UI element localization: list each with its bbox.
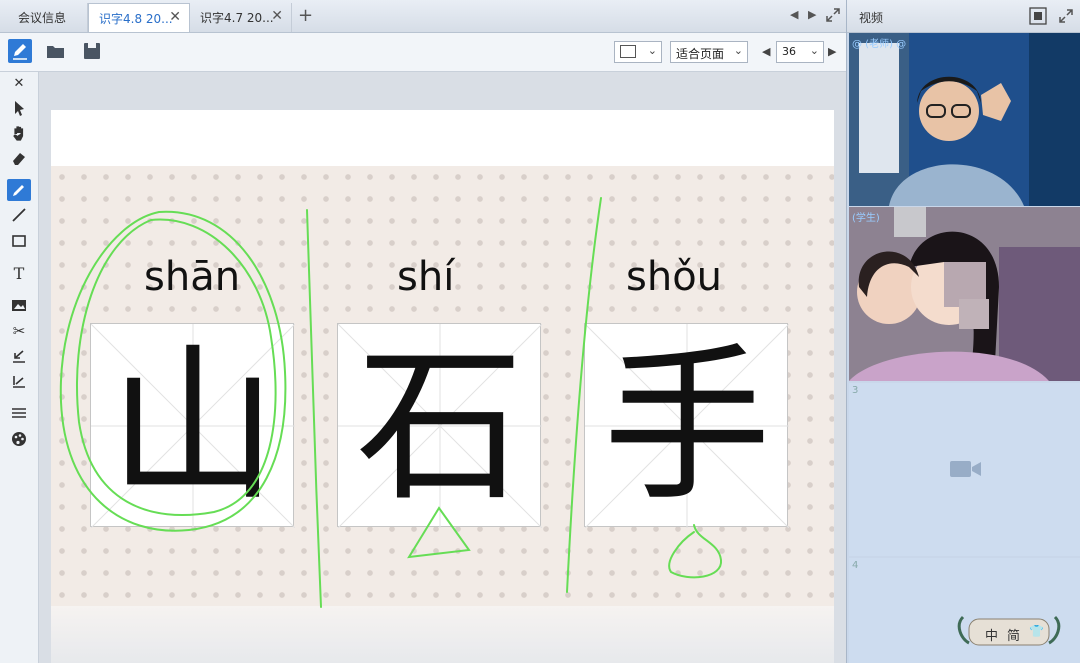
rectangle-tool[interactable] (7, 230, 31, 252)
video-tile-empty[interactable]: 3 (849, 383, 1080, 556)
annotate-button[interactable] (8, 39, 32, 63)
font-size-select[interactable]: 36 ⌄ (776, 41, 824, 63)
line-width-icon (12, 408, 26, 418)
line-icon (12, 208, 26, 222)
chevron-down-icon: ⌄ (733, 44, 743, 57)
scissors-icon: ✂ (12, 322, 26, 340)
expand-icon[interactable] (1059, 9, 1073, 23)
character-grid-box: 山 (90, 323, 295, 528)
whiteboard-canvas[interactable]: shān 山 shí 石 shǒu 手 (39, 72, 846, 663)
save-icon (84, 43, 100, 59)
slide-content: shān 山 shí 石 shǒu 手 (51, 166, 834, 606)
save-button[interactable] (80, 39, 104, 63)
shirt-skin-icon[interactable]: 👕 (1029, 624, 1044, 638)
ime-mode[interactable]: 简 (1007, 625, 1020, 644)
screenshot-icon[interactable] (1029, 7, 1047, 25)
participant-label: (学生) (852, 213, 880, 224)
line-width-tool[interactable] (7, 402, 31, 424)
character-grid-box: 手 (584, 323, 789, 528)
add-tab-button[interactable]: + (298, 5, 313, 26)
hanzi-character: 石 (356, 328, 524, 524)
zoom-fit-select[interactable]: 适合页面 ⌄ (670, 41, 748, 63)
pen-icon (13, 44, 27, 60)
tab-literacy-4-7[interactable]: 识字4.7 20... ✕ (190, 3, 292, 32)
video-panel: 视频 @ (老师) @ (学生) 3 4 (846, 0, 1080, 663)
hanzi-character: 山 (109, 328, 277, 524)
close-icon[interactable]: ✕ (271, 8, 283, 24)
pan-tool[interactable] (7, 122, 31, 144)
page-style-select[interactable]: ⌄ (614, 41, 662, 63)
hanzi-character: 手 (603, 328, 771, 524)
pen-tool[interactable] (7, 179, 31, 201)
annotation-tool-rail: ✕ T ✂ (0, 72, 39, 663)
folder-icon (47, 46, 64, 58)
close-icon[interactable]: ✕ (169, 9, 181, 25)
zoom-fit-label: 适合页面 (676, 47, 725, 61)
document-tab-bar: 会议信息 识字4.8 20... ✕ 识字4.7 20... ✕ + ◀ ▶ (0, 0, 846, 33)
increase-size-icon[interactable]: ▶ (828, 45, 836, 58)
cursor-arrow-icon (15, 101, 24, 116)
tab-label: 识字4.8 20... (99, 12, 173, 26)
tab-literacy-4-8[interactable]: 识字4.8 20... ✕ (88, 3, 190, 32)
close-rail-button[interactable]: ✕ (7, 72, 31, 94)
pinyin-label: shǒu (626, 254, 723, 300)
character-grid-box: 石 (337, 323, 542, 528)
main-toolbar: ⌄ 适合页面 ⌄ ◀ 36 ⌄ ▶ (0, 33, 846, 72)
pinyin-label: shí (397, 254, 455, 300)
close-icon: ✕ (13, 75, 25, 91)
chevron-down-icon: ⌄ (647, 44, 657, 57)
tile-number: 4 (852, 560, 859, 571)
undo-tool[interactable] (7, 345, 31, 367)
ime-language[interactable]: 中 (985, 625, 998, 644)
tab-label: 识字4.7 20... (200, 11, 274, 25)
chevron-down-icon: ⌄ (809, 44, 819, 57)
tab-meeting-info[interactable]: 会议信息 (8, 3, 88, 32)
font-size-value: 36 (782, 45, 796, 58)
slide-footer (51, 606, 834, 663)
eraser-icon (13, 153, 25, 165)
pen-icon (13, 185, 24, 196)
text-tool[interactable]: T (7, 262, 31, 284)
video-panel-title: 视频 (859, 11, 884, 25)
eraser-tool[interactable] (7, 147, 31, 169)
pinyin-label: shān (144, 254, 241, 300)
teacher-video-feed (849, 33, 1080, 206)
rectangle-icon (12, 235, 26, 247)
blank-page-icon (620, 45, 636, 58)
tab-label: 会议信息 (18, 11, 67, 25)
video-camera-icon (950, 461, 981, 477)
video-panel-header: 视频 (847, 0, 1080, 33)
decrease-size-icon[interactable]: ◀ (762, 45, 770, 58)
tile-number: 3 (852, 385, 859, 396)
palette-icon (12, 432, 26, 446)
tab-next-icon[interactable]: ▶ (808, 8, 816, 21)
tab-prev-icon[interactable]: ◀ (790, 8, 798, 21)
hand-icon (13, 126, 24, 141)
open-file-button[interactable] (44, 39, 68, 63)
video-tile-student[interactable]: (学生) (849, 207, 1080, 381)
ime-status-bar[interactable]: 中 简 👕 (955, 613, 1063, 651)
image-tool[interactable] (7, 294, 31, 316)
text-t-icon: T (13, 263, 25, 283)
video-tile-teacher[interactable]: @ (老师) @ (849, 33, 1080, 206)
expand-icon[interactable] (826, 8, 840, 22)
image-icon (12, 300, 26, 311)
select-tool[interactable] (7, 97, 31, 119)
redo-icon (13, 376, 25, 388)
slide-page: shān 山 shí 石 shǒu 手 (51, 110, 834, 663)
participant-label: @ (老师) @ (852, 39, 907, 50)
line-tool[interactable] (7, 204, 31, 226)
redo-tool[interactable] (7, 370, 31, 392)
undo-icon (13, 350, 25, 363)
color-tool[interactable] (7, 428, 31, 450)
student-video-feed (849, 207, 1080, 381)
cut-tool[interactable]: ✂ (7, 320, 31, 342)
